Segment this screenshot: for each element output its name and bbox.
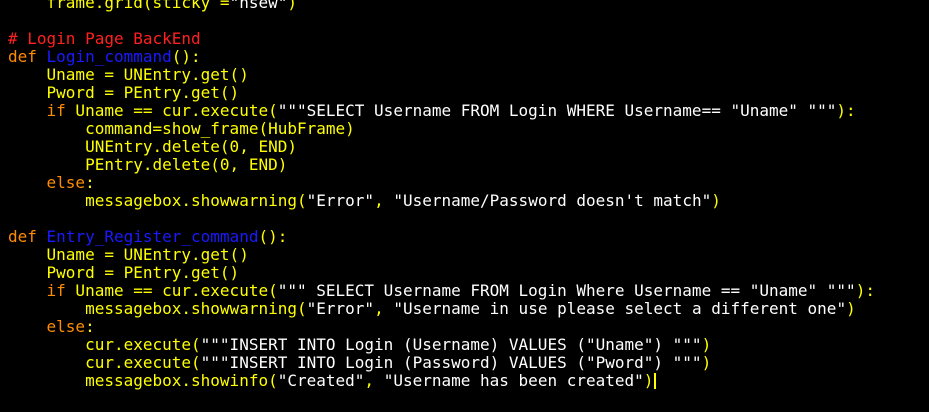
code-line-statement: cur.execute("""INSERT INTO Login (Passwo… — [8, 354, 711, 372]
code-line-assignment: Uname = UNEntry.get() — [8, 66, 249, 84]
code-line-comment-line: # Login Page BackEnd — [8, 30, 201, 48]
code-token-plain: (): — [258, 227, 288, 246]
code-token-keyword: else — [46, 317, 86, 336]
code-line-frame-grid-call: frame.grid(sticky ="nsew") — [8, 0, 297, 12]
code-token-string: "Username has been created" — [383, 371, 644, 390]
code-token-plain: Uname = UNEntry.get() — [8, 65, 249, 84]
code-line-statement: messagebox.showwarning("Error", "Usernam… — [8, 192, 721, 210]
code-line-function-def: def Login_command(): — [8, 48, 201, 66]
code-token-plain: cur.execute( — [8, 335, 201, 354]
code-token-plain: frame.grid(sticky = — [8, 0, 230, 12]
code-token-plain: ) — [287, 0, 297, 12]
code-line-statement: cur.execute("""INSERT INTO Login (Userna… — [8, 336, 711, 354]
code-token-comment: # Login Page BackEnd — [8, 29, 201, 48]
code-line-assignment: Uname = UNEntry.get() — [8, 246, 249, 264]
code-token-plain: PEntry.delete(0, END) — [8, 155, 288, 174]
code-token-string: """INSERT INTO Login (Username) VALUES (… — [200, 335, 702, 354]
code-token-string: "Created" — [277, 371, 365, 390]
code-token-keyword: else — [46, 173, 86, 192]
code-token-plain: , — [364, 371, 384, 390]
code-token-string: "Username/Password doesn't match" — [393, 191, 712, 210]
code-token-keyword: if — [46, 281, 66, 300]
text-cursor — [654, 373, 657, 389]
code-token-string: """SELECT Username FROM Login WHERE User… — [277, 101, 837, 120]
code-token-plain: (): — [171, 47, 201, 66]
code-line-assignment: Pword = PEntry.get() — [8, 263, 240, 282]
code-line-statement: messagebox.showwarning("Error", "Usernam… — [8, 300, 856, 318]
code-line-else-statement: else: — [8, 318, 95, 336]
code-token-plain: ) — [846, 299, 856, 318]
code-token-string: """INSERT INTO Login (Password) VALUES (… — [200, 353, 702, 372]
code-line-if-statement: if Uname == cur.execute(""" SELECT Usern… — [8, 282, 875, 300]
code-token-plain: ): — [836, 101, 856, 120]
code-token-plain: ) — [643, 371, 654, 390]
code-token-keyword: def — [8, 227, 37, 246]
code-line-if-statement: if Uname == cur.execute("""SELECT Userna… — [8, 102, 856, 120]
code-token-plain: ) — [711, 191, 721, 210]
code-token-plain: : — [85, 173, 95, 192]
code-token-plain: , — [374, 299, 394, 318]
code-line-function-def: def Entry_Register_command(): — [8, 228, 287, 246]
code-editor[interactable]: frame.grid(sticky ="nsew") # Login Page B… — [0, 0, 929, 412]
code-line-statement: UNEntry.delete(0, END) — [8, 138, 297, 156]
code-token-string: "Error" — [306, 191, 375, 210]
code-token-plain: Pword = PEntry.get() — [8, 83, 240, 102]
code-token-plain: Pword = PEntry.get() — [8, 263, 240, 282]
code-line-statement: command=show_frame(HubFrame) — [8, 120, 355, 138]
code-token-plain: UNEntry.delete(0, END) — [8, 137, 297, 156]
code-token-function-name: Entry_Register_command — [46, 227, 259, 246]
code-token-plain: Uname == cur.execute( — [65, 281, 278, 300]
code-token-plain: ) — [701, 353, 712, 372]
code-token-keyword: if — [46, 101, 66, 120]
code-token-string: "nsew" — [229, 0, 288, 12]
code-token-plain: command=show_frame(HubFrame) — [8, 119, 355, 138]
code-token-plain: cur.execute( — [8, 353, 201, 372]
code-line-else-statement: else: — [8, 174, 95, 192]
code-line-statement: messagebox.showinfo("Created", "Username… — [8, 371, 657, 390]
code-token-plain: ) — [701, 335, 712, 354]
code-token-string: "Username in use please select a differe… — [393, 299, 847, 318]
code-token-plain: messagebox.showwarning( — [8, 299, 307, 318]
code-token-string: """ SELECT Username FROM Login Where Use… — [277, 281, 856, 300]
code-token-plain: messagebox.showwarning( — [8, 191, 307, 210]
code-line-statement: PEntry.delete(0, END) — [8, 156, 287, 174]
code-token-plain: messagebox.showinfo( — [8, 371, 278, 390]
code-token-string: "Error" — [306, 299, 375, 318]
code-token-plain: : — [85, 317, 95, 336]
code-token-plain: , — [374, 191, 394, 210]
code-token-plain: ): — [855, 281, 875, 300]
code-line-assignment: Pword = PEntry.get() — [8, 83, 240, 102]
code-token-keyword: def — [8, 47, 37, 66]
code-token-function-name: Login_command — [46, 47, 172, 66]
code-token-plain: Uname = UNEntry.get() — [8, 245, 249, 264]
code-token-plain: Uname == cur.execute( — [65, 101, 278, 120]
